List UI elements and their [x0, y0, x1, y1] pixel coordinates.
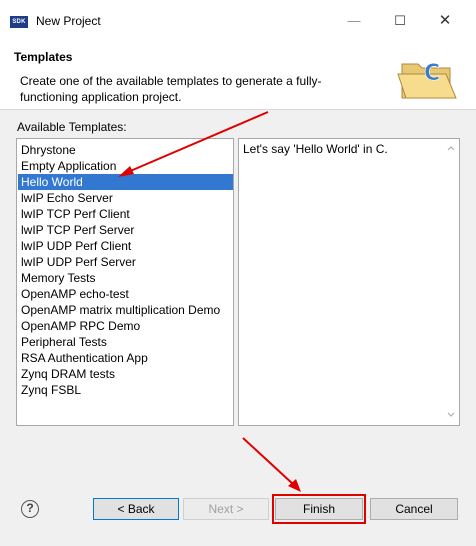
template-description: Let's say 'Hello World' in C. [243, 142, 388, 156]
list-item[interactable]: lwIP TCP Perf Client [18, 206, 233, 222]
sdk-app-icon: SDK [10, 16, 28, 28]
svg-text:C: C [424, 61, 440, 86]
folder-c-icon: C [397, 61, 457, 99]
list-item-selected[interactable]: Hello World [18, 174, 233, 190]
wizard-header: Templates Create one of the available te… [0, 44, 476, 110]
back-button[interactable]: < Back [93, 498, 179, 520]
cancel-button[interactable]: Cancel [370, 498, 458, 520]
wizard-footer: ? < Back Next > Finish Cancel [0, 478, 476, 546]
window-title: New Project [36, 14, 101, 28]
list-item[interactable]: OpenAMP RPC Demo [18, 318, 233, 334]
templates-list[interactable]: Dhrystone Empty Application Hello World … [16, 138, 234, 426]
list-item[interactable]: lwIP Echo Server [18, 190, 233, 206]
list-item[interactable]: Zynq FSBL [18, 382, 233, 398]
list-item[interactable]: Empty Application [18, 158, 233, 174]
list-item[interactable]: lwIP UDP Perf Server [18, 254, 233, 270]
maximize-button[interactable]: ☐ [385, 10, 415, 32]
list-item[interactable]: Memory Tests [18, 270, 233, 286]
list-item[interactable]: RSA Authentication App [18, 350, 233, 366]
list-item[interactable]: lwIP UDP Perf Client [18, 238, 233, 254]
available-templates-label: Available Templates: [17, 120, 127, 134]
list-item[interactable]: OpenAMP echo-test [18, 286, 233, 302]
list-item[interactable]: Zynq DRAM tests [18, 366, 233, 382]
next-button[interactable]: Next > [183, 498, 269, 520]
title-bar: SDK New Project — ☐ ✕ [0, 0, 476, 44]
finish-button[interactable]: Finish [275, 498, 363, 520]
minimize-button[interactable]: — [339, 10, 369, 32]
scroll-up-icon[interactable] [447, 144, 455, 152]
help-icon[interactable]: ? [21, 500, 39, 518]
list-item[interactable]: lwIP TCP Perf Server [18, 222, 233, 238]
page-description: Create one of the available templates to… [20, 74, 322, 104]
templates-panel: Available Templates: Dhrystone Empty App… [0, 110, 476, 478]
list-item[interactable]: Dhrystone [18, 142, 233, 158]
scroll-down-icon[interactable] [447, 411, 455, 419]
template-description-box[interactable]: Let's say 'Hello World' in C. [238, 138, 460, 426]
list-item[interactable]: OpenAMP matrix multiplication Demo [18, 302, 233, 318]
close-button[interactable]: ✕ [430, 10, 460, 32]
page-title: Templates [14, 50, 73, 64]
list-item[interactable]: Peripheral Tests [18, 334, 233, 350]
